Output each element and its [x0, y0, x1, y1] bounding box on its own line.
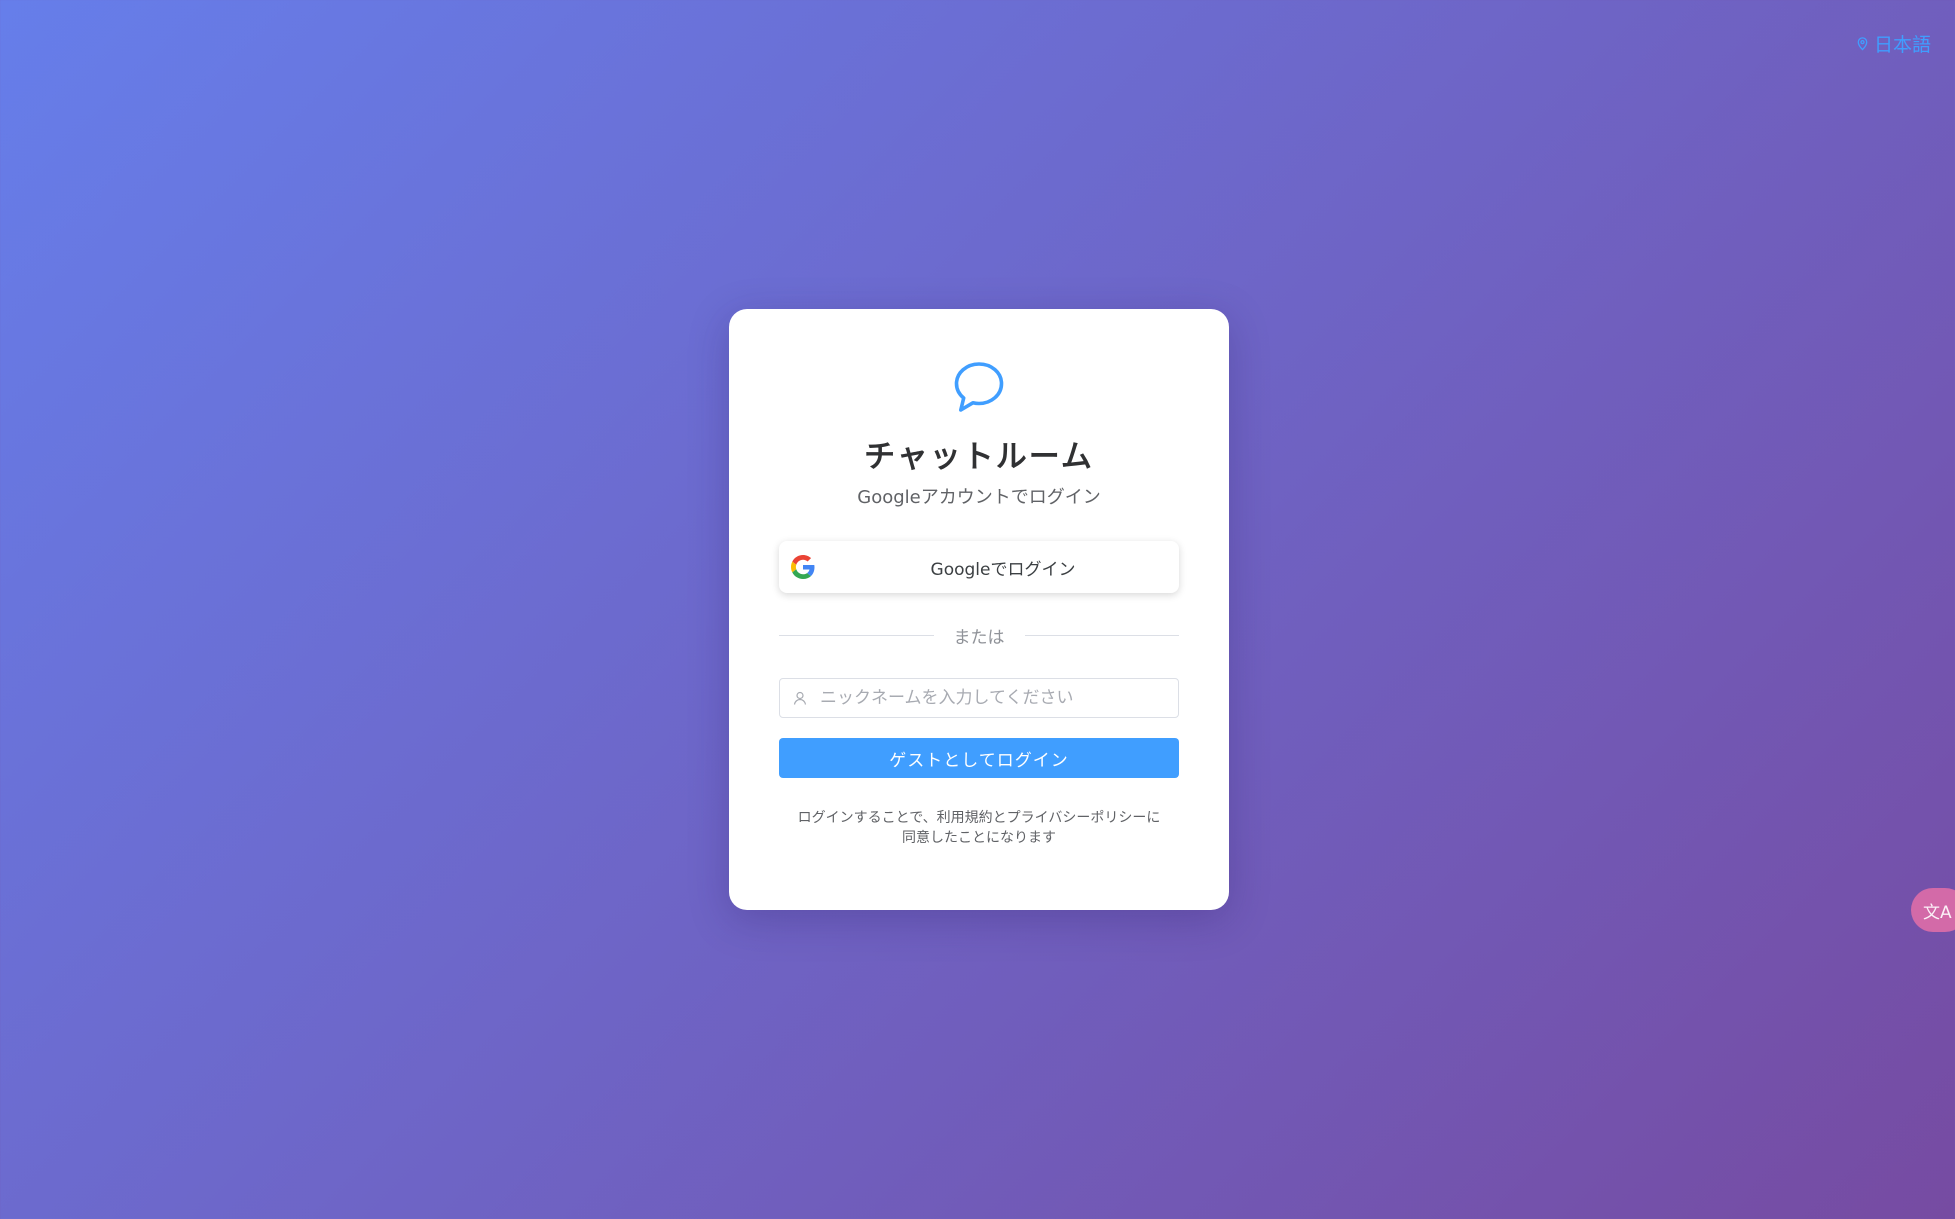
terms-notice: ログインすることで、利用規約とプライバシーポリシーに 同意したことになります [779, 808, 1179, 848]
divider-line-left [779, 635, 934, 636]
divider-line-right [1024, 635, 1179, 636]
page-title: チャットルーム [864, 439, 1094, 475]
language-label: 日本語 [1873, 34, 1931, 56]
translate-button[interactable]: 文A [1911, 888, 1955, 932]
nickname-input[interactable] [818, 687, 1166, 709]
google-login-label: Googleでログイン [930, 559, 1076, 580]
user-icon [793, 691, 807, 705]
google-icon [791, 555, 815, 579]
language-switch[interactable]: 日本語 [1855, 30, 1931, 57]
login-card: チャットルーム Googleアカウントでログイン Googleでログイン または… [729, 309, 1229, 910]
terms-line-1: ログインすることで、利用規約とプライバシーポリシーに [797, 810, 1161, 826]
logo [779, 359, 1179, 415]
divider: または [779, 623, 1179, 648]
divider-text: または [953, 628, 1005, 648]
terms-line-2: 同意したことになります [902, 830, 1056, 846]
location-pin-icon [1857, 37, 1868, 51]
google-login-button[interactable]: Googleでログイン [779, 541, 1179, 593]
guest-login-button[interactable]: ゲストとしてログイン [779, 738, 1179, 778]
page-subtitle: Googleアカウントでログイン [857, 487, 1101, 508]
chat-bubble-icon [954, 362, 1004, 412]
translate-icon: 文A [1923, 902, 1952, 923]
nickname-field [779, 678, 1179, 718]
